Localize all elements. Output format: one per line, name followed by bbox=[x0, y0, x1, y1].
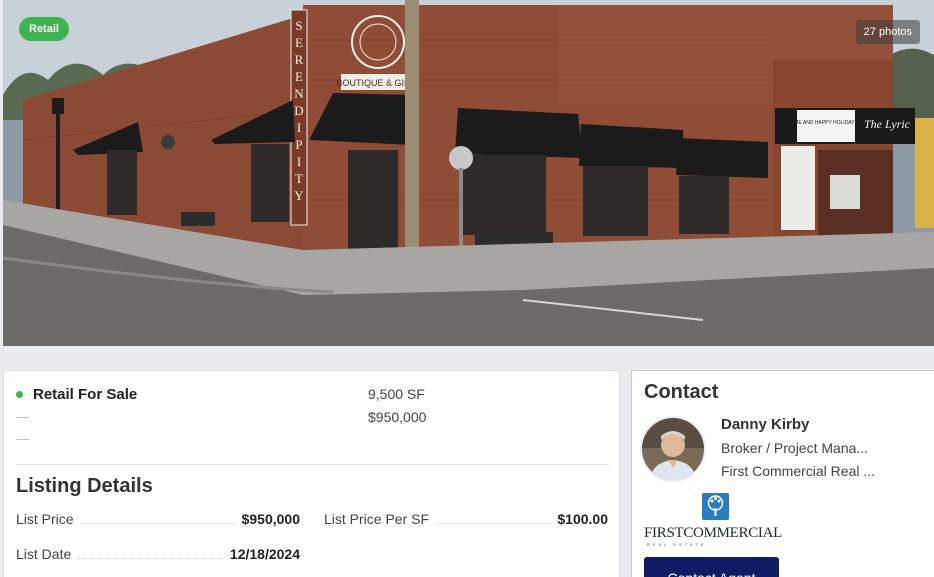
photo-count-button[interactable]: 27 photos bbox=[855, 20, 920, 44]
summary-price: $950,000 bbox=[368, 409, 427, 425]
property-type-badge: Retail bbox=[19, 17, 69, 41]
listing-status: Retail For Sale bbox=[16, 386, 137, 403]
agent-avatar[interactable] bbox=[640, 416, 706, 482]
building-size: 9,500 SF bbox=[368, 386, 425, 402]
boutique-sign: BOUTIQUE & GIF bbox=[336, 78, 410, 88]
list-price-value: $950,000 bbox=[241, 511, 300, 527]
agent-name[interactable]: Danny Kirby bbox=[721, 416, 809, 433]
listing-details-heading: Listing Details bbox=[16, 475, 153, 497]
price-per-sf-row: List Price Per SF $100.00 bbox=[324, 511, 608, 527]
status-label: Retail For Sale bbox=[33, 386, 138, 403]
theater-sign: The Lyric bbox=[864, 117, 911, 131]
brand-tagline: REAL ESTATE bbox=[647, 542, 707, 547]
status-dot-icon bbox=[16, 391, 23, 398]
agent-title: Broker / Project Mana... bbox=[721, 440, 869, 456]
agent-portrait-icon bbox=[642, 418, 704, 480]
storefront-photo-illustration: SERENDIPITY BOUTIQUE & GIF WELCOME AND H… bbox=[3, 0, 934, 346]
contact-heading: Contact bbox=[644, 381, 719, 403]
first-commercial-logo: FIRSTCOMMERCIAL REAL ESTATE bbox=[644, 491, 782, 547]
placeholder-dash: — bbox=[16, 431, 29, 446]
list-date-value: 12/18/2024 bbox=[229, 546, 300, 562]
list-price-label: List Price bbox=[16, 511, 74, 527]
list-price-row: List Price $950,000 bbox=[16, 511, 300, 527]
price-per-sf-label: List Price Per SF bbox=[324, 511, 430, 527]
contact-card: Contact Danny Kirby Broker / Project Man… bbox=[631, 370, 934, 577]
listing-photo[interactable]: SERENDIPITY BOUTIQUE & GIF WELCOME AND H… bbox=[3, 0, 934, 346]
divider bbox=[16, 464, 609, 465]
tree-logo-icon bbox=[702, 493, 729, 520]
leader-line bbox=[435, 523, 552, 524]
placeholder-dash: — bbox=[16, 409, 29, 424]
brand-name: FIRSTCOMMERCIAL bbox=[644, 525, 783, 541]
list-date-row: List Date 12/18/2024 bbox=[16, 546, 300, 562]
serendipity-sign: SERENDIPITY bbox=[294, 18, 304, 203]
leader-line bbox=[77, 558, 224, 559]
price-per-sf-value: $100.00 bbox=[557, 511, 608, 527]
marquee-text: WELCOME AND HAPPY HOLIDAYS TO ALL bbox=[776, 120, 876, 126]
contact-agent-button[interactable]: Contact Agent bbox=[644, 557, 779, 577]
listing-summary-card: Retail For Sale — — 9,500 SF $950,000 Li… bbox=[3, 370, 620, 577]
leader-line bbox=[79, 523, 236, 524]
list-date-label: List Date bbox=[16, 546, 72, 562]
agent-company: First Commercial Real ... bbox=[721, 463, 876, 479]
